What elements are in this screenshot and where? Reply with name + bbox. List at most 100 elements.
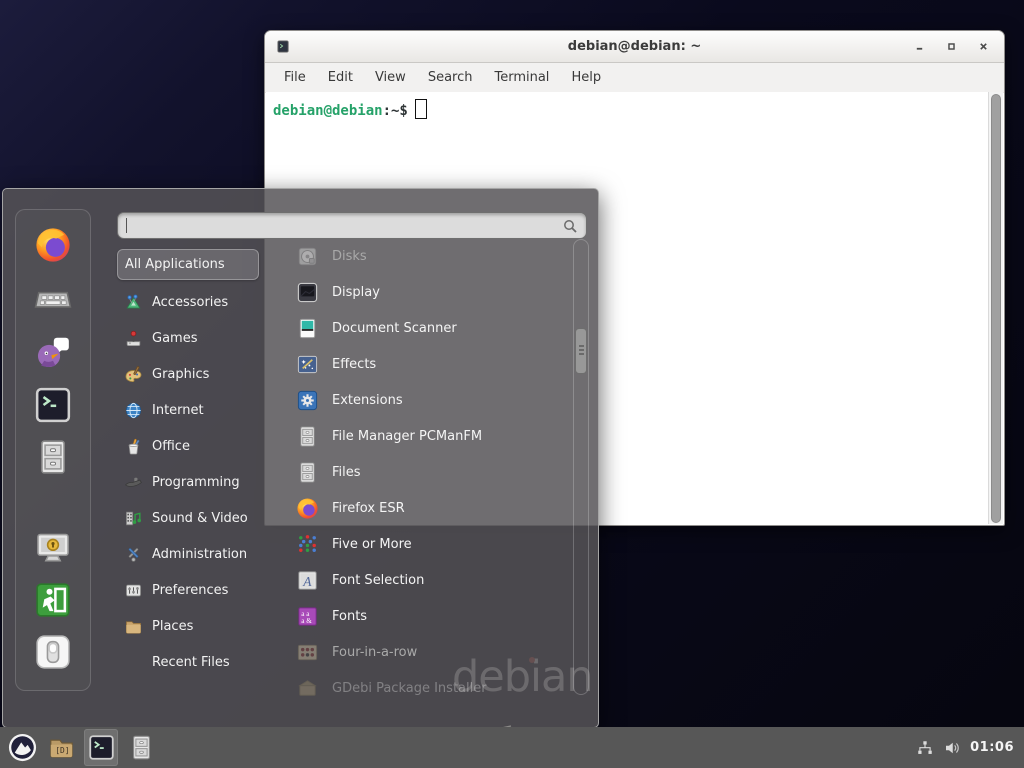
favorites-panel (15, 209, 91, 691)
category-accessories[interactable]: Accessories (117, 284, 259, 320)
terminal-menu-view[interactable]: View (364, 70, 417, 85)
cat-graphics-icon (124, 365, 143, 384)
svg-text:A: A (302, 573, 312, 588)
category-label: Games (152, 331, 197, 346)
favorite-terminal[interactable] (34, 386, 72, 424)
category-label: Office (152, 439, 190, 454)
favorite-log-out[interactable] (34, 581, 72, 619)
app-label: Document Scanner (332, 321, 457, 336)
window-buttons (911, 31, 992, 62)
category-label: Accessories (152, 295, 228, 310)
svg-text:a &: a & (301, 617, 312, 625)
terminal-cursor (415, 99, 427, 119)
category-programming[interactable]: Programming (117, 464, 259, 500)
application-list-scrollbar-thumb[interactable] (575, 328, 587, 374)
app-extensions-icon (296, 389, 319, 412)
app-item-firefox-esr[interactable]: Firefox ESR (265, 490, 571, 526)
taskbar-menu-button[interactable] (7, 732, 38, 763)
app-item-font-selection[interactable]: A Font Selection (265, 562, 571, 598)
app-item-file-manager-pcmanfm[interactable]: File Manager PCManFM (265, 418, 571, 454)
terminal-titlebar[interactable]: debian@debian: ~ (265, 31, 1004, 63)
cabinet-icon (34, 438, 72, 476)
close-button[interactable] (975, 38, 992, 55)
category-internet[interactable]: Internet (117, 392, 259, 428)
app-label: GDebi Package Installer (332, 681, 487, 696)
app-label: Five or More (332, 537, 412, 552)
cat-internet-icon (124, 401, 143, 420)
app-label: Four-in-a-row (332, 645, 417, 660)
terminal-app-icon (34, 386, 72, 424)
application-list-scrollbar[interactable] (573, 239, 589, 695)
application-menu: All Applications Accessories Games Graphics… (2, 188, 599, 728)
app-item-disks[interactable]: Disks (265, 238, 571, 274)
category-label: All Applications (125, 257, 225, 272)
app-item-five-or-more[interactable]: Five or More (265, 526, 571, 562)
terminal-window-icon (277, 40, 290, 54)
app-four-in-a-row-icon (296, 641, 319, 664)
terminal-scrollbar[interactable] (988, 92, 1003, 524)
maximize-button[interactable] (943, 38, 960, 55)
terminal-scrollbar-thumb[interactable] (991, 94, 1001, 523)
category-graphics[interactable]: Graphics (117, 356, 259, 392)
taskbar-launcher-files[interactable] (124, 729, 158, 766)
cat-programming-icon (124, 473, 143, 492)
favorite-file-manager[interactable] (34, 438, 72, 476)
favorite-lock-screen[interactable] (34, 529, 72, 567)
app-item-document-scanner[interactable]: Document Scanner (265, 310, 571, 346)
app-item-files[interactable]: Files (265, 454, 571, 490)
category-office[interactable]: Office (117, 428, 259, 464)
category-label: Sound & Video (152, 511, 248, 526)
cat-sound-video-icon (124, 509, 143, 528)
svg-text:[D]: [D] (55, 746, 69, 755)
app-item-effects[interactable]: Effects (265, 346, 571, 382)
category-label: Preferences (152, 583, 228, 598)
network-icon[interactable] (916, 739, 934, 757)
terminal-menu-help[interactable]: Help (560, 70, 612, 85)
app-label: Effects (332, 357, 376, 372)
prompt-user-host: debian@debian (273, 103, 383, 119)
app-display-icon (296, 281, 319, 304)
app-item-fonts[interactable]: a aa &Fonts (265, 598, 571, 634)
app-item-four-in-a-row[interactable]: Four-in-a-row (265, 634, 571, 670)
category-sound-video[interactable]: Sound & Video (117, 500, 259, 536)
cat-administration-icon (124, 545, 143, 564)
taskbar-launcher-terminal[interactable] (84, 729, 118, 766)
taskbar-launcher-file-manager[interactable]: [D] (44, 729, 78, 766)
category-label: Administration (152, 547, 247, 562)
category-recent-files[interactable]: Recent Files (117, 644, 259, 680)
volume-icon[interactable] (943, 739, 961, 757)
search-input[interactable] (127, 218, 562, 233)
category-preferences[interactable]: Preferences (117, 572, 259, 608)
category-administration[interactable]: Administration (117, 536, 259, 572)
terminal-menu-terminal[interactable]: Terminal (483, 70, 560, 85)
category-label: Places (152, 619, 193, 634)
app-item-display[interactable]: Display (265, 274, 571, 310)
category-places[interactable]: Places (117, 608, 259, 644)
favorite-firefox[interactable] (34, 226, 72, 264)
minimize-button[interactable] (911, 38, 928, 55)
app-label: Firefox ESR (332, 501, 405, 516)
category-label: Internet (152, 403, 204, 418)
cabinet-icon (296, 461, 319, 484)
category-label: Graphics (152, 367, 209, 382)
terminal-prompt-line: debian@debian:~$ (266, 92, 1003, 126)
terminal-menubar: FileEditViewSearchTerminalHelp (265, 63, 1004, 93)
app-item-extensions[interactable]: Extensions (265, 382, 571, 418)
app-label: Font Selection (332, 573, 424, 588)
category-label: Recent Files (152, 655, 230, 670)
cat-games-icon (124, 329, 143, 348)
terminal-menu-file[interactable]: File (273, 70, 317, 85)
menu-search-box[interactable] (117, 212, 587, 239)
app-item-gdebi-package-installer[interactable]: GDebi Package Installer (265, 670, 571, 698)
category-all-applications[interactable]: All Applications (117, 249, 259, 280)
app-label: Files (332, 465, 361, 480)
favorite-shut-down[interactable] (34, 633, 72, 671)
terminal-menu-search[interactable]: Search (417, 70, 484, 85)
favorite-keyboard[interactable] (34, 280, 72, 318)
favorite-pidgin[interactable] (34, 333, 72, 371)
category-games[interactable]: Games (117, 320, 259, 356)
keyboard-icon (34, 280, 72, 318)
terminal-menu-edit[interactable]: Edit (317, 70, 364, 85)
cat-preferences-icon (124, 581, 143, 600)
taskbar: [D] 01:06 (0, 727, 1024, 768)
